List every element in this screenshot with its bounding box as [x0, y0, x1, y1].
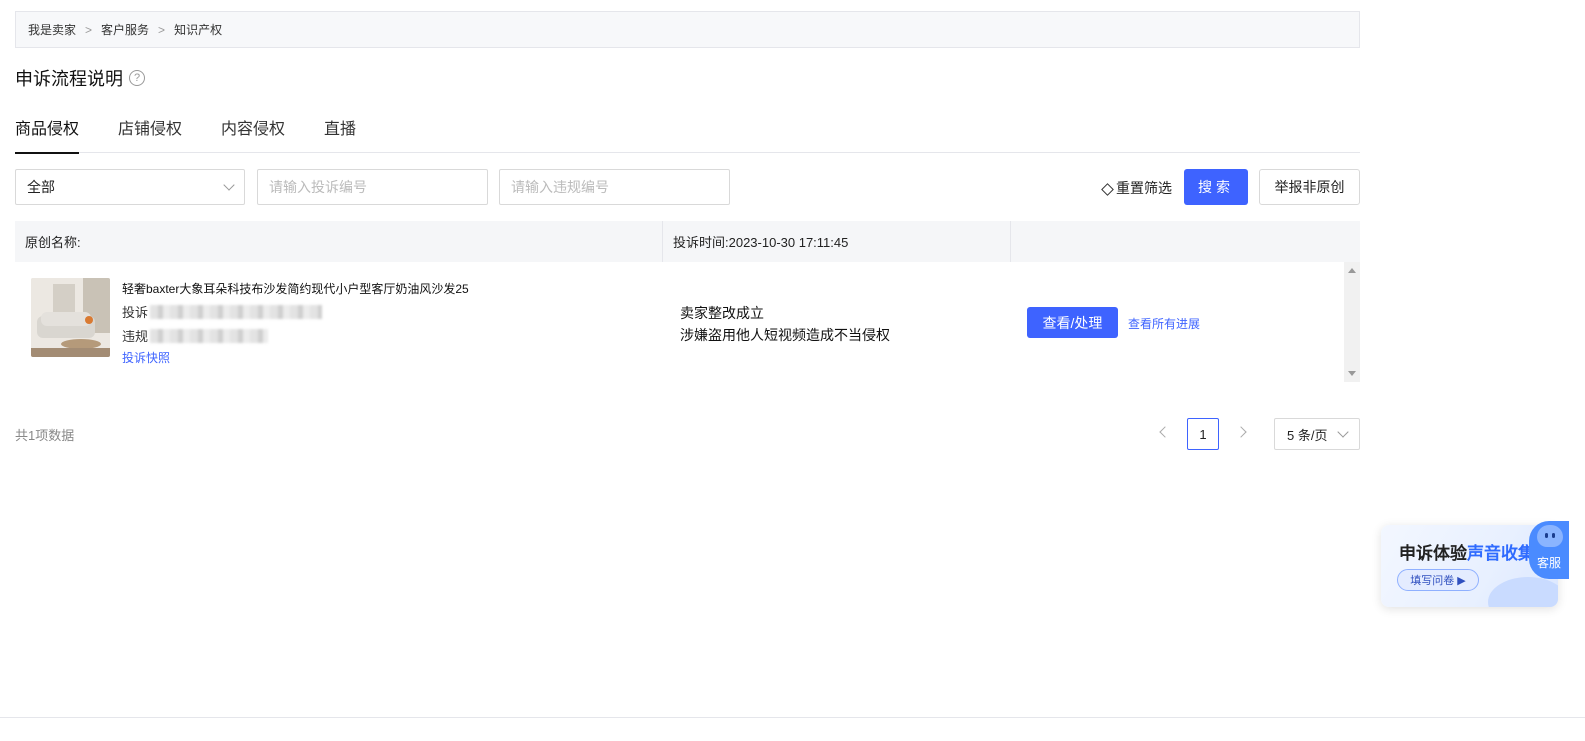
reason-text: 涉嫌盗用他人短视频造成不当侵权: [680, 327, 890, 343]
chevron-down-icon: [1337, 426, 1349, 438]
status-text: 卖家整改成立: [680, 305, 764, 321]
survey-title-highlight: 声音收集: [1467, 544, 1535, 563]
complaint-label: 投诉: [122, 305, 149, 320]
scroll-down-icon[interactable]: [1348, 371, 1356, 376]
divider: [0, 717, 1585, 718]
table-header: 原创名称: 投诉时间:2023-10-30 17:11:45: [15, 221, 1360, 262]
violation-number-input[interactable]: [499, 169, 730, 205]
complaint-number-row: 投诉: [122, 302, 323, 321]
help-icon[interactable]: ?: [129, 70, 145, 86]
breadcrumb-item-seller[interactable]: 我是卖家: [28, 21, 76, 38]
redacted-complaint-number: [150, 304, 323, 319]
total-count: 共1项数据: [15, 428, 75, 443]
view-all-progress-link[interactable]: 查看所有进展: [1128, 315, 1200, 332]
product-thumbnail[interactable]: [31, 278, 110, 357]
eraser-icon: [1101, 183, 1114, 196]
tab-store-infringement[interactable]: 店铺侵权: [118, 110, 182, 153]
survey-title-plain: 申诉体验: [1399, 544, 1467, 563]
violation-label: 违规: [122, 329, 149, 344]
header-complaint-time: 投诉时间:2023-10-30 17:11:45: [663, 221, 1011, 262]
page-title-text: 申诉流程说明: [15, 69, 123, 89]
header-original-name: 原创名称:: [15, 221, 663, 262]
tab-product-infringement[interactable]: 商品侵权: [15, 110, 80, 154]
breadcrumb-item-customer-service[interactable]: 客户服务: [101, 21, 149, 38]
search-button[interactable]: 搜索: [1184, 169, 1248, 205]
scroll-up-icon[interactable]: [1348, 268, 1356, 273]
table-row: 轻奢baxter大象耳朵科技布沙发简约现代小户型客厅奶油风沙发25 投诉 违规 …: [15, 262, 1360, 382]
page-size-select[interactable]: 5 条/页: [1274, 418, 1360, 450]
reset-filter-label: 重置筛选: [1116, 180, 1172, 196]
chevron-down-icon: [223, 179, 235, 191]
breadcrumb-separator: >: [85, 22, 93, 37]
page-size-value: 5 条/页: [1287, 427, 1328, 443]
page-title: 申诉流程说明 ?: [15, 66, 145, 90]
view-handle-button[interactable]: 查看/处理: [1027, 307, 1118, 338]
breadcrumb: 我是卖家 > 客户服务 > 知识产权: [15, 11, 1360, 48]
survey-title: 申诉体验声音收集: [1399, 539, 1535, 564]
fill-survey-button[interactable]: 填写问卷 ▶: [1397, 569, 1479, 591]
product-title[interactable]: 轻奢baxter大象耳朵科技布沙发简约现代小户型客厅奶油风沙发25: [122, 280, 469, 297]
sofa-image: [31, 278, 110, 357]
next-page-icon[interactable]: [1235, 426, 1247, 438]
complaint-number-input[interactable]: [257, 169, 488, 205]
page-number-current[interactable]: 1: [1187, 418, 1219, 450]
report-non-original-button[interactable]: 举报非原创: [1259, 169, 1360, 205]
status-select[interactable]: 全部: [15, 169, 245, 205]
breadcrumb-item-ip: 知识产权: [174, 23, 223, 37]
complaint-snapshot-link[interactable]: 投诉快照: [122, 349, 170, 366]
redacted-violation-number: [150, 328, 269, 343]
decorative-wave: [1488, 577, 1558, 607]
scrollbar[interactable]: [1344, 262, 1360, 382]
violation-number-row: 违规: [122, 326, 269, 345]
reset-filter-button[interactable]: 重置筛选: [1101, 178, 1172, 198]
robot-icon: [1537, 525, 1563, 547]
tab-content-infringement[interactable]: 内容侵权: [221, 110, 285, 153]
status-select-value: 全部: [27, 179, 55, 195]
prev-page-icon[interactable]: [1159, 426, 1171, 438]
customer-service-button[interactable]: 客服: [1529, 521, 1569, 579]
customer-service-label: 客服: [1536, 556, 1561, 570]
tab-live-stream[interactable]: 直播: [324, 110, 356, 153]
tab-bar: 商品侵权 店铺侵权 内容侵权 直播: [15, 110, 1360, 154]
breadcrumb-separator: >: [158, 22, 166, 37]
